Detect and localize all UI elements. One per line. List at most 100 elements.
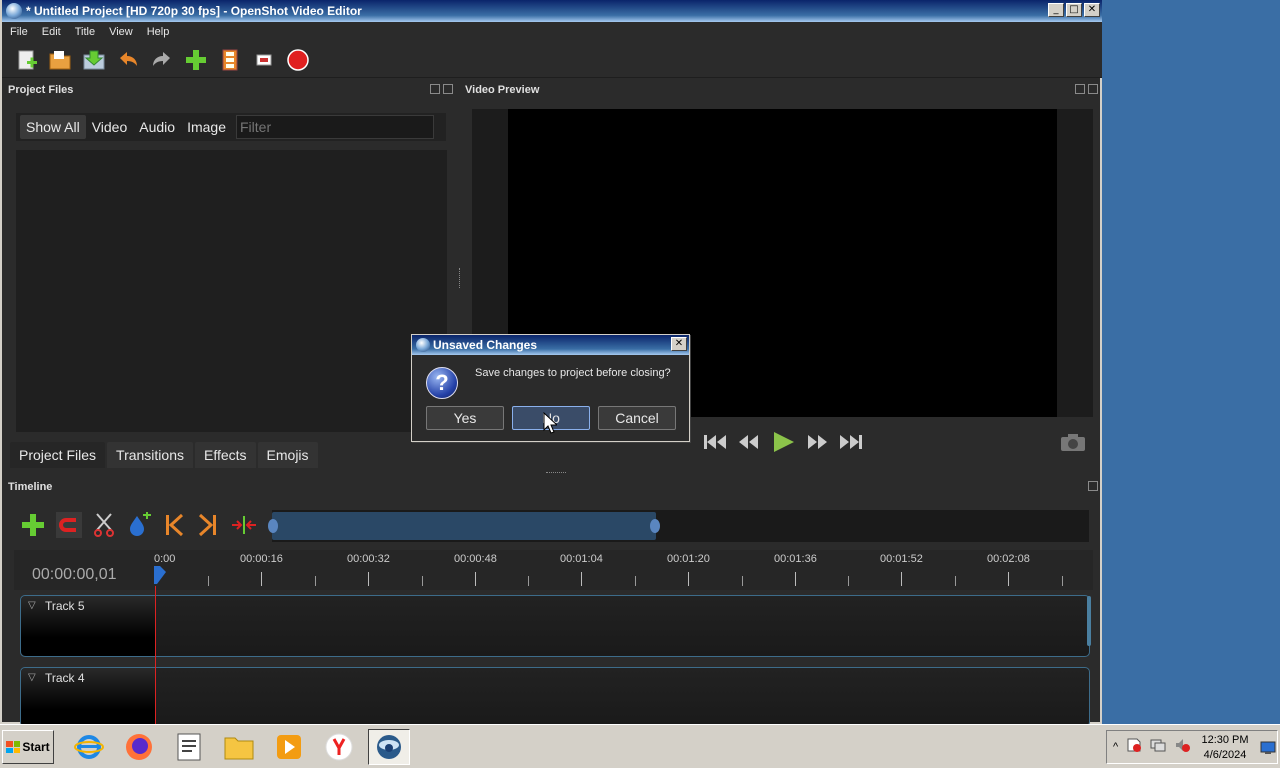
- document-icon[interactable]: [168, 729, 210, 765]
- playback-controls: [702, 430, 864, 459]
- filter-video[interactable]: Video: [86, 115, 134, 139]
- timeline-panel-title: Timeline: [8, 481, 53, 493]
- menu-edit[interactable]: Edit: [42, 26, 61, 38]
- track-name: Track 4: [45, 671, 85, 685]
- track-5[interactable]: ▽ Track 5: [20, 595, 1090, 657]
- close-panel-icon[interactable]: [1088, 84, 1098, 94]
- ruler-tick: [261, 572, 262, 586]
- maximize-button[interactable]: □: [1066, 3, 1082, 17]
- save-project-icon[interactable]: [82, 48, 106, 72]
- track-4[interactable]: ▽ Track 4: [20, 667, 1090, 728]
- filter-image[interactable]: Image: [181, 115, 232, 139]
- network-icon[interactable]: [1150, 737, 1166, 758]
- play-icon[interactable]: [770, 430, 796, 459]
- menu-view[interactable]: View: [109, 26, 133, 38]
- openshot-logo-icon: [6, 3, 22, 19]
- tab-effects[interactable]: Effects: [194, 442, 256, 468]
- playhead-handle[interactable]: [154, 564, 166, 584]
- zoom-right-handle[interactable]: [650, 519, 660, 533]
- jump-start-icon[interactable]: [702, 431, 728, 458]
- volume-icon[interactable]: [1174, 737, 1191, 758]
- ruler-label: 00:00:48: [454, 553, 497, 565]
- file-explorer-icon[interactable]: [218, 729, 260, 765]
- redo-icon[interactable]: [150, 48, 174, 72]
- tray-expand-icon[interactable]: ^: [1113, 741, 1118, 753]
- timeline-scrollbar[interactable]: [1087, 596, 1091, 646]
- razor-icon[interactable]: [92, 512, 116, 543]
- center-timeline-icon[interactable]: [230, 512, 258, 543]
- menu-help[interactable]: Help: [147, 26, 170, 38]
- tab-emojis[interactable]: Emojis: [257, 442, 318, 468]
- timeline-zoom-range[interactable]: [272, 512, 656, 540]
- undo-icon[interactable]: [116, 48, 140, 72]
- media-player-icon[interactable]: [268, 729, 310, 765]
- main-toolbar: [2, 42, 1102, 78]
- start-button[interactable]: Start: [2, 730, 54, 764]
- add-track-icon[interactable]: [20, 512, 46, 543]
- ruler-label: 00:00:16: [240, 553, 283, 565]
- filter-audio[interactable]: Audio: [133, 115, 181, 139]
- close-panel-icon[interactable]: [443, 84, 453, 94]
- yandex-browser-icon[interactable]: [318, 729, 360, 765]
- cancel-button[interactable]: Cancel: [598, 406, 676, 430]
- import-files-icon[interactable]: [184, 48, 208, 72]
- previous-marker-icon[interactable]: [162, 512, 186, 543]
- menu-file[interactable]: File: [10, 26, 28, 38]
- ruler-tick: [795, 572, 796, 586]
- next-marker-icon[interactable]: [196, 512, 220, 543]
- vertical-splitter-handle[interactable]: [459, 268, 462, 288]
- jump-end-icon[interactable]: [838, 431, 864, 458]
- mouse-cursor-icon: [543, 412, 557, 434]
- track-header[interactable]: ▽ Track 4: [21, 668, 156, 728]
- dialog-titlebar[interactable]: Unsaved Changes ✕: [412, 335, 689, 355]
- zoom-left-handle[interactable]: [268, 519, 278, 533]
- timeline-ruler[interactable]: [14, 550, 1093, 590]
- snapping-icon[interactable]: [56, 512, 82, 543]
- dialog-message: Save changes to project before closing?: [475, 367, 671, 379]
- chevron-down-icon[interactable]: ▽: [28, 672, 36, 683]
- openshot-icon[interactable]: [368, 729, 410, 765]
- timeline-toolbar: [20, 511, 258, 543]
- start-label: Start: [22, 740, 50, 754]
- minimize-button[interactable]: _: [1048, 3, 1064, 17]
- float-panel-icon[interactable]: [1075, 84, 1085, 94]
- add-marker-icon[interactable]: [126, 511, 152, 543]
- export-video-icon[interactable]: [286, 48, 310, 72]
- yes-button[interactable]: Yes: [426, 406, 504, 430]
- show-desktop-icon[interactable]: [1260, 741, 1276, 760]
- choose-profile-icon[interactable]: [218, 48, 242, 72]
- ruler-tick: [208, 576, 209, 586]
- project-files-list[interactable]: [16, 150, 447, 432]
- rewind-icon[interactable]: [736, 431, 762, 458]
- internet-explorer-icon[interactable]: [68, 729, 110, 765]
- ruler-tick: [422, 576, 423, 586]
- project-files-filterbar: Show All Video Audio Image: [16, 113, 446, 141]
- camera-icon[interactable]: [1060, 432, 1086, 457]
- tab-transitions[interactable]: Transitions: [107, 442, 193, 468]
- fullscreen-icon[interactable]: [252, 48, 276, 72]
- new-project-icon[interactable]: [14, 48, 38, 72]
- float-panel-icon[interactable]: [430, 84, 440, 94]
- window-title: * Untitled Project [HD 720p 30 fps] - Op…: [26, 4, 362, 18]
- float-panel-icon[interactable]: [1088, 481, 1098, 491]
- clock-time: 12:30 PM: [1201, 734, 1249, 746]
- dialog-close-button[interactable]: ✕: [671, 337, 687, 351]
- firefox-icon[interactable]: [118, 729, 160, 765]
- track-header[interactable]: ▽ Track 5: [21, 596, 156, 656]
- open-project-icon[interactable]: [48, 48, 72, 72]
- menu-title[interactable]: Title: [75, 26, 95, 38]
- filter-show-all[interactable]: Show All: [20, 115, 86, 139]
- project-files-panel-title: Project Files: [8, 84, 74, 96]
- chevron-down-icon[interactable]: ▽: [28, 600, 36, 611]
- project-files-dock-controls: [430, 84, 453, 94]
- window-titlebar[interactable]: * Untitled Project [HD 720p 30 fps] - Op…: [2, 0, 1102, 22]
- system-clock[interactable]: 12:30 PM 4/6/2024: [1190, 733, 1260, 763]
- fast-forward-icon[interactable]: [804, 431, 830, 458]
- close-window-button[interactable]: ✕: [1084, 3, 1100, 17]
- tab-project-files[interactable]: Project Files: [10, 442, 106, 468]
- ruler-tick: [475, 572, 476, 586]
- action-center-icon[interactable]: [1126, 737, 1142, 758]
- horizontal-splitter-handle[interactable]: [546, 472, 566, 475]
- filter-input[interactable]: [236, 115, 434, 139]
- ruler-tick: [581, 572, 582, 586]
